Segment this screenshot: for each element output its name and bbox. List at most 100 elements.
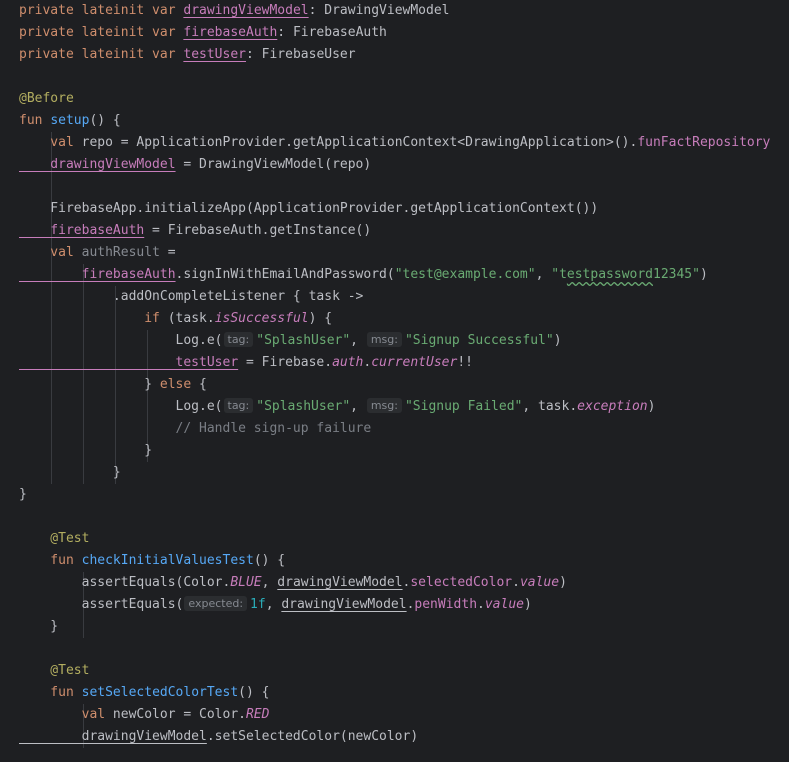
code-token: , — [350, 333, 366, 348]
parameter-hint: msg: — [366, 332, 402, 347]
code-token: = Firebase. — [238, 355, 333, 370]
code-line[interactable]: } — [19, 462, 789, 484]
code-token: "Signup Successful" — [404, 333, 554, 348]
code-token: .addOnCompleteListener { task -> — [19, 289, 364, 304]
code-line[interactable]: fun checkInitialValuesTest() { — [19, 550, 789, 572]
code-editor[interactable]: private lateinit var drawingViewModel: D… — [0, 0, 789, 762]
code-token: fun — [19, 113, 51, 128]
code-line[interactable]: } — [19, 484, 789, 506]
code-line[interactable] — [19, 66, 789, 88]
code-token: newColor = Color. — [112, 707, 246, 722]
code-token: firebaseAuth — [19, 223, 145, 238]
code-line[interactable]: } — [19, 440, 789, 462]
code-token: !! — [457, 355, 473, 370]
code-line[interactable]: firebaseAuth.signInWithEmailAndPassword(… — [19, 264, 789, 286]
code-token: value — [484, 597, 524, 612]
code-line[interactable]: assertEquals(expected: 1f, drawingViewMod… — [19, 594, 789, 616]
code-token: 12345" — [653, 267, 700, 282]
code-line[interactable]: FirebaseApp.initializeApp(ApplicationPro… — [19, 198, 789, 220]
code-token: @Before — [19, 91, 74, 106]
code-line[interactable]: } else { — [19, 374, 789, 396]
code-line[interactable]: assertEquals(Color.BLUE, drawingViewMode… — [19, 572, 789, 594]
code-token: , — [535, 267, 552, 282]
code-token: . — [477, 597, 485, 612]
code-token: } — [19, 443, 153, 458]
code-token: // Handle sign-up failure — [19, 421, 372, 436]
code-line[interactable] — [19, 176, 789, 198]
code-line[interactable]: Log.e(tag: "SplashUser", msg: "Signup Fail… — [19, 396, 789, 418]
code-token: else — [159, 377, 192, 392]
code-token: auth — [332, 355, 364, 370]
code-token: assertEquals( — [19, 597, 184, 612]
code-token: funFactRepository — [637, 135, 771, 150]
code-line[interactable]: // Handle sign-up failure — [19, 418, 789, 440]
code-line[interactable]: if (task.isSuccessful) { — [19, 308, 789, 330]
code-token: private lateinit var — [19, 3, 184, 18]
code-token: drawingViewModel — [19, 729, 207, 744]
code-token: drawingViewModel — [277, 575, 403, 590]
code-token: () { — [253, 553, 286, 568]
code-line[interactable]: drawingViewModel.setSelectedColor(newCol… — [19, 726, 789, 748]
code-line[interactable]: @Test — [19, 528, 789, 550]
code-token: } — [19, 619, 59, 634]
code-token: Log.e( — [19, 399, 223, 414]
code-token: } — [19, 377, 160, 392]
code-line[interactable]: Log.e(tag: "SplashUser", msg: "Signup Succ… — [19, 330, 789, 352]
code-token: fun — [19, 685, 82, 700]
code-token: fun — [19, 553, 82, 568]
code-token: val — [19, 707, 113, 722]
code-token: FirebaseApp.initializeApp(ApplicationPro… — [19, 201, 599, 216]
code-token: currentUser — [371, 355, 458, 370]
code-token: () { — [238, 685, 270, 700]
code-line[interactable]: private lateinit var testUser: FirebaseU… — [19, 44, 789, 66]
code-line[interactable]: .addOnCompleteListener { task -> — [19, 286, 789, 308]
code-line[interactable]: drawingViewModel = DrawingViewModel(repo… — [19, 154, 789, 176]
code-line[interactable]: private lateinit var firebaseAuth: Fireb… — [19, 22, 789, 44]
code-line[interactable] — [19, 506, 789, 528]
code-line[interactable]: @Test — [19, 660, 789, 682]
code-token: "Signup Failed" — [404, 399, 523, 414]
code-token: .setSelectedColor(newColor) — [206, 729, 419, 744]
code-token: } — [19, 465, 121, 480]
code-line[interactable]: @Before — [19, 88, 789, 110]
code-token: ) — [553, 333, 562, 348]
code-line[interactable]: val authResult = — [19, 242, 789, 264]
code-token: val — [19, 245, 82, 260]
code-token: repo = ApplicationProvider.getApplicatio… — [81, 135, 638, 150]
code-token: } — [19, 487, 27, 502]
code-token: , task. — [522, 399, 578, 414]
code-line[interactable]: fun setSelectedColorTest() { — [19, 682, 789, 704]
code-token: private lateinit var — [19, 25, 184, 40]
code-token: , — [261, 575, 278, 590]
parameter-hint: expected: — [184, 596, 248, 611]
code-token: if — [19, 311, 168, 326]
code-line[interactable]: private lateinit var drawingViewModel: D… — [19, 0, 789, 22]
code-token: selectedColor — [410, 575, 513, 590]
code-token: = — [159, 245, 176, 260]
code-token: firebaseAuth — [183, 25, 278, 40]
code-line[interactable]: fun setup() { — [19, 110, 789, 132]
code-token: = DrawingViewModel(repo) — [175, 157, 372, 172]
code-line[interactable]: val repo = ApplicationProvider.getApplic… — [19, 132, 789, 154]
code-token: () { — [89, 113, 121, 128]
code-token: "t — [551, 267, 567, 282]
code-token: drawingViewModel — [281, 597, 407, 612]
code-token: ) — [647, 399, 656, 414]
code-token: . — [512, 575, 520, 590]
code-token: RED — [245, 707, 270, 722]
code-token: setSelectedColorTest — [81, 685, 239, 700]
code-line[interactable]: val newColor = Color.RED — [19, 704, 789, 726]
parameter-hint: msg: — [366, 398, 402, 413]
code-token: : FirebaseUser — [246, 47, 356, 62]
code-token: estpassword — [566, 267, 653, 282]
code-token: authResult — [81, 245, 160, 260]
code-token: drawingViewModel — [19, 157, 176, 172]
code-token: "SplashUser" — [256, 333, 351, 348]
code-token: testUser — [183, 47, 246, 62]
code-line[interactable]: } — [19, 616, 789, 638]
code-token: firebaseAuth — [19, 267, 176, 282]
code-line[interactable] — [19, 638, 789, 660]
code-line[interactable]: testUser = Firebase.auth.currentUser!! — [19, 352, 789, 374]
code-line[interactable]: firebaseAuth = FirebaseAuth.getInstance(… — [19, 220, 789, 242]
code-token: "test@example.com" — [394, 267, 536, 282]
